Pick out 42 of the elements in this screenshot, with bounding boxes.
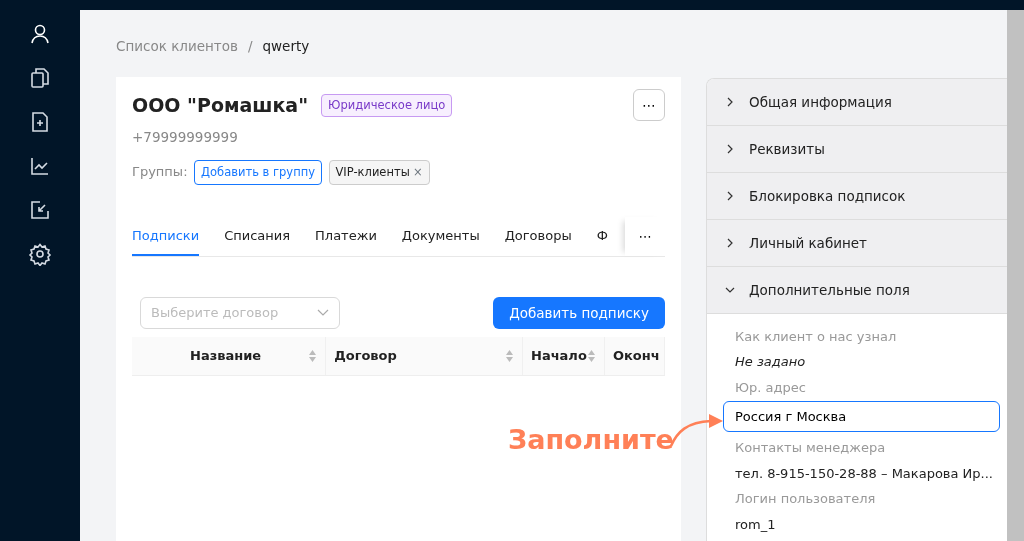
- groups-label: Группы:: [132, 163, 188, 182]
- accordion-header[interactable]: Дополнительные поля: [707, 267, 1007, 314]
- breadcrumb-separator: /: [247, 37, 253, 56]
- field-label: Контакты менеджера: [734, 439, 887, 457]
- tab[interactable]: Договоры: [504, 216, 572, 256]
- breadcrumb-current: qwerty: [262, 37, 310, 56]
- client-phone: +79999999999: [132, 128, 239, 148]
- remove-icon[interactable]: ×: [413, 163, 423, 181]
- scrollbar[interactable]: [1007, 10, 1024, 541]
- group-tag: VIP-клиенты ×: [328, 159, 430, 185]
- tab[interactable]: Документы: [401, 216, 480, 256]
- accordion-header[interactable]: Блокировка подписок: [707, 173, 1007, 220]
- more-tabs-button[interactable]: ⋯: [625, 216, 665, 256]
- address-input[interactable]: Россия г Москва: [723, 401, 1000, 432]
- user-icon[interactable]: [28, 22, 52, 46]
- accordion-header[interactable]: Личный кабинет: [707, 220, 1007, 267]
- documents-icon[interactable]: [28, 66, 52, 90]
- client-type-tag: Юридическое лицо: [321, 93, 453, 117]
- tab[interactable]: Ф: [596, 216, 608, 256]
- settings-icon[interactable]: [28, 242, 52, 266]
- client-name: ООО "Ромашка": [132, 93, 309, 117]
- add-group-button[interactable]: Добавить в группу: [194, 159, 322, 185]
- tab[interactable]: Платежи: [315, 216, 377, 256]
- column-header[interactable]: Договор: [334, 346, 397, 366]
- field-label: Юр. адрес: [734, 378, 807, 397]
- add-subscription-button[interactable]: Добавить подписку: [493, 296, 665, 329]
- field-value: Не задано: [734, 353, 807, 371]
- field-label: Как клиент о нас узнал: [734, 327, 898, 346]
- column-header[interactable]: Название: [190, 346, 262, 366]
- column-header[interactable]: Оконч: [613, 346, 660, 366]
- annotation-text: Заполните: [508, 423, 674, 457]
- more-button[interactable]: ⋯: [633, 89, 665, 122]
- field-label: Логин пользователя: [734, 490, 877, 508]
- tab[interactable]: Подписки: [132, 216, 200, 256]
- chevron-down-icon: [317, 308, 329, 317]
- accordion-header[interactable]: Общая информация: [707, 79, 1007, 126]
- column-header[interactable]: Начало: [531, 346, 587, 366]
- field-value: rom_1: [734, 515, 777, 534]
- edit-icon[interactable]: [28, 198, 52, 222]
- accordion-header[interactable]: Реквизиты: [707, 126, 1007, 173]
- field-value: тел. 8-915-150-28-88 – Макарова Ир...: [734, 464, 994, 483]
- tab[interactable]: Списания: [224, 216, 291, 256]
